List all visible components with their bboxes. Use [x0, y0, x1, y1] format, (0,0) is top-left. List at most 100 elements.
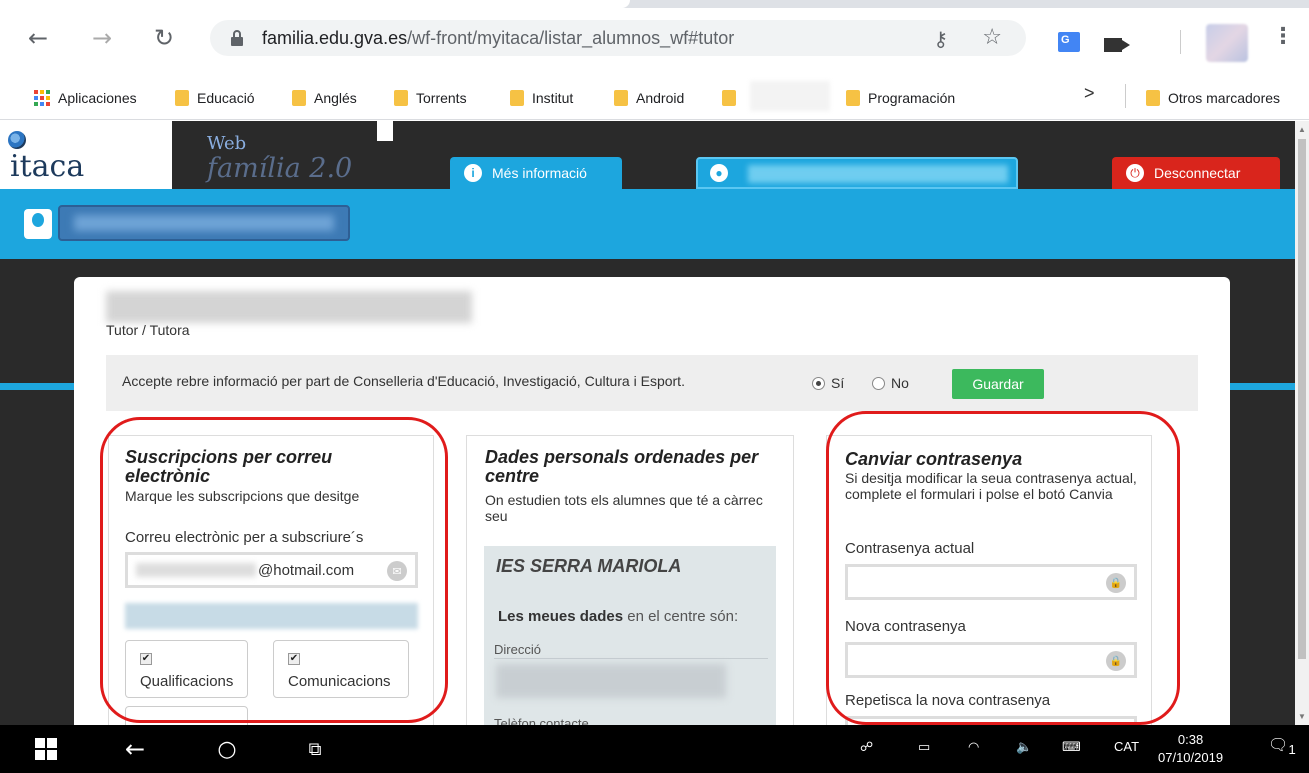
info-icon: i: [464, 164, 482, 182]
address-label: Direcció: [494, 642, 541, 657]
redacted-bookmark: [750, 81, 830, 111]
folder-icon: [614, 90, 628, 106]
redacted-user-name: [748, 165, 1008, 183]
change-password-subtitle: Si desitja modificar la seua contrasenya…: [845, 470, 1137, 502]
lock-icon: 🔒: [1106, 651, 1126, 671]
active-tab[interactable]: [0, 0, 630, 8]
bookmark-label: Educació: [197, 90, 255, 106]
bookmark-android[interactable]: Android: [614, 88, 684, 108]
radio-yes[interactable]: Sí: [812, 375, 844, 391]
keyboard-icon[interactable]: ⌨: [1062, 739, 1081, 755]
more-info-button[interactable]: i Més informació: [450, 157, 622, 189]
bookmark-institut[interactable]: Institut: [510, 88, 573, 108]
familia-label: família 2.0: [207, 153, 353, 184]
itaca-logo[interactable]: itaca: [0, 121, 172, 189]
checkbox-checked-icon: ✔: [140, 653, 152, 665]
reload-icon[interactable]: ↻: [150, 24, 178, 52]
bookmark-label: Otros marcadores: [1168, 90, 1281, 106]
task-view-icon[interactable]: ⧉: [300, 725, 330, 773]
email-field[interactable]: @hotmail.com ✉: [125, 552, 418, 588]
translate-extension-icon[interactable]: G: [1058, 32, 1080, 52]
personal-data-subtitle: On estudien tots els alumnes que té a cà…: [485, 492, 763, 524]
email-label: Correu electrònic per a subscriure´s: [125, 529, 364, 546]
disconnect-button[interactable]: ⏻ Desconnectar: [1112, 157, 1280, 189]
radio-no-label: No: [891, 375, 909, 391]
checkbox-label: Qualificacions: [140, 673, 234, 690]
folder-icon: [722, 90, 736, 106]
student-selector[interactable]: [58, 205, 350, 241]
bookmark-label: Android: [636, 90, 685, 106]
scroll-down-icon[interactable]: ▼: [1298, 712, 1306, 721]
volume-icon[interactable]: 🔈: [1016, 739, 1032, 755]
new-password-field[interactable]: 🔒: [845, 642, 1137, 678]
repeat-password-label: Repetisca la nova contrasenya: [845, 692, 1051, 709]
scroll-up-icon[interactable]: ▲: [1298, 125, 1306, 134]
logo-text: itaca: [10, 149, 85, 184]
folder-icon: [175, 90, 189, 106]
tab-strip: [0, 0, 1309, 8]
bookmarks-bar: Aplicaciones Educació Anglés Torrents In…: [0, 76, 1309, 120]
browser-toolbar: ← → ↻ familia.edu.gva.es/wf-front/myitac…: [0, 8, 1309, 76]
scroll-thumb[interactable]: [1298, 139, 1306, 659]
school-name: IES SERRA MARIOLA: [496, 556, 682, 576]
cortana-icon[interactable]: ○: [212, 725, 242, 773]
school-panel: IES SERRA MARIOLA Les meues dades en el …: [484, 546, 776, 725]
page-scrollbar[interactable]: ▲ ▼: [1295, 121, 1309, 725]
back-arrow-icon[interactable]: ←: [120, 725, 150, 773]
bookmark-educacio[interactable]: Educació: [175, 88, 255, 108]
profile-avatar[interactable]: [1206, 24, 1248, 62]
checkbox-third[interactable]: [125, 706, 248, 725]
battery-warning-icon[interactable]: ▭: [918, 739, 930, 755]
wifi-icon[interactable]: ◠: [968, 739, 979, 755]
bookmark-apps[interactable]: Aplicaciones: [34, 88, 137, 108]
personal-data-panel: Dades personals ordenades per centre On …: [466, 435, 794, 725]
save-button[interactable]: Guardar: [952, 369, 1044, 399]
language-indicator[interactable]: CAT: [1114, 739, 1139, 754]
bookmark-label: Anglés: [314, 90, 357, 106]
chevron-right-icon[interactable]: >: [1084, 83, 1095, 104]
checkbox-qualificacions[interactable]: ✔ Qualificacions: [125, 640, 248, 698]
radio-checked-icon: [812, 376, 825, 390]
start-button[interactable]: [34, 725, 58, 773]
disconnect-label: Desconnectar: [1154, 165, 1241, 181]
email-value: @hotmail.com: [258, 562, 355, 579]
divider: [494, 658, 768, 659]
bookmark-angles[interactable]: Anglés: [292, 88, 357, 108]
bookmark-torrents[interactable]: Torrents: [394, 88, 467, 108]
student-bar: [0, 189, 1295, 259]
checkbox-comunicacions[interactable]: ✔ Comunicacions: [273, 640, 409, 698]
tutor-card: Tutor / Tutora Accepte rebre informació …: [74, 277, 1230, 725]
subscriptions-panel: Suscripcions per correu electrònic Marqu…: [108, 435, 434, 725]
repeat-password-field[interactable]: [845, 716, 1137, 725]
key-icon[interactable]: ⚷: [933, 27, 948, 51]
folder-icon: [510, 90, 524, 106]
user-icon: ●: [710, 164, 728, 182]
subscriptions-subtitle: Marque les subscripcions que desitge: [125, 488, 360, 504]
star-icon[interactable]: ☆: [982, 25, 1002, 50]
web-page: itaca Web família 2.0 i Més informació ●…: [0, 121, 1295, 725]
back-icon[interactable]: ←: [24, 24, 52, 52]
redacted-address: [496, 664, 726, 698]
url-domain: familia.edu.gva.es: [262, 28, 408, 48]
user-button[interactable]: ●: [696, 157, 1018, 189]
subscriptions-title: Suscripcions per correu electrònic: [125, 447, 333, 486]
bookmark-programacion[interactable]: Programación: [846, 88, 955, 108]
address-bar[interactable]: familia.edu.gva.es/wf-front/myitaca/list…: [210, 20, 1026, 56]
notifications-icon[interactable]: 🗨1: [1268, 735, 1296, 757]
notification-count: 1: [1288, 742, 1296, 758]
decorative-square: [377, 121, 393, 141]
bookmark-otros[interactable]: Otros marcadores: [1146, 88, 1280, 108]
menu-icon[interactable]: ⋮: [1272, 24, 1294, 49]
personal-data-title: Dades personals ordenades per centre: [485, 447, 759, 486]
forward-icon[interactable]: →: [88, 24, 116, 52]
camera-extension-icon[interactable]: [1104, 38, 1130, 52]
people-icon[interactable]: ☍: [860, 739, 873, 755]
bookmarks-divider: [1125, 84, 1126, 108]
current-password-field[interactable]: 🔒: [845, 564, 1137, 600]
radio-no[interactable]: No: [872, 375, 909, 391]
bookmark-label: Torrents: [416, 90, 467, 106]
clock[interactable]: 0:38 07/10/2019: [1158, 731, 1223, 767]
bookmark-label: Programación: [868, 90, 956, 106]
bookmark-hidden[interactable]: [722, 88, 736, 108]
url-text: familia.edu.gva.es/wf-front/myitaca/list…: [262, 28, 734, 49]
